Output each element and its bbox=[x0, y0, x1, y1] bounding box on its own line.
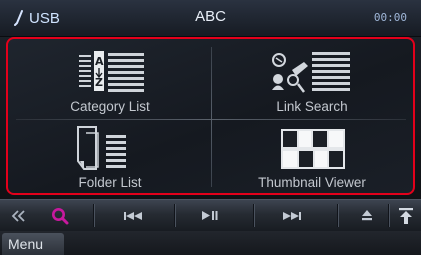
svg-text:A: A bbox=[95, 55, 104, 68]
folder-list-label: Folder List bbox=[78, 175, 142, 190]
double-chevron-left-icon bbox=[11, 209, 25, 222]
category-list-label: Category List bbox=[70, 99, 150, 114]
control-separator bbox=[174, 204, 175, 227]
grid-divider-vertical bbox=[211, 47, 212, 187]
control-separator bbox=[388, 204, 389, 227]
status-bar: USB ABC 00:00 bbox=[0, 0, 421, 37]
collapse-button[interactable] bbox=[4, 200, 34, 231]
category-list-button[interactable]: A Z Category List bbox=[12, 43, 208, 117]
folder-list-icon bbox=[77, 126, 126, 170]
search-icon bbox=[52, 207, 69, 224]
eject-icon bbox=[362, 210, 372, 221]
thumbnail-viewer-label: Thumbnail Viewer bbox=[258, 175, 366, 190]
bottom-menu-bar: Menu bbox=[0, 231, 421, 255]
link-search-icon bbox=[272, 52, 350, 93]
next-button[interactable] bbox=[265, 200, 317, 231]
play-pause-icon bbox=[202, 211, 218, 220]
clock: 00:00 bbox=[373, 11, 407, 24]
skip-next-icon bbox=[283, 211, 301, 220]
previous-button[interactable] bbox=[108, 200, 160, 231]
menu-button[interactable]: Menu bbox=[2, 233, 64, 255]
media-screen: USB ABC 00:00 A Z Category List Link Sea… bbox=[0, 0, 421, 255]
folder-list-button[interactable]: Folder List bbox=[12, 121, 208, 193]
control-separator bbox=[93, 204, 94, 227]
thumbnail-viewer-icon bbox=[281, 129, 345, 169]
link-search-label: Link Search bbox=[276, 99, 348, 114]
skip-previous-icon bbox=[124, 211, 142, 220]
playback-control-bar bbox=[0, 199, 421, 231]
grid-divider-horizontal bbox=[16, 119, 406, 120]
control-separator bbox=[337, 204, 338, 227]
thumbnail-viewer-button[interactable]: Thumbnail Viewer bbox=[213, 121, 411, 193]
link-search-button[interactable]: Link Search bbox=[213, 43, 411, 117]
arrow-up-to-top-icon bbox=[399, 207, 413, 224]
eject-button[interactable] bbox=[352, 200, 382, 231]
usb-menu-grid: A Z Category List Link Search Folder Lis… bbox=[6, 37, 415, 195]
track-title: ABC bbox=[195, 8, 226, 25]
top-button[interactable] bbox=[394, 200, 418, 231]
category-list-icon: A Z bbox=[79, 51, 144, 92]
search-button[interactable] bbox=[44, 200, 76, 231]
control-separator bbox=[253, 204, 254, 227]
play-pause-button[interactable] bbox=[184, 200, 236, 231]
